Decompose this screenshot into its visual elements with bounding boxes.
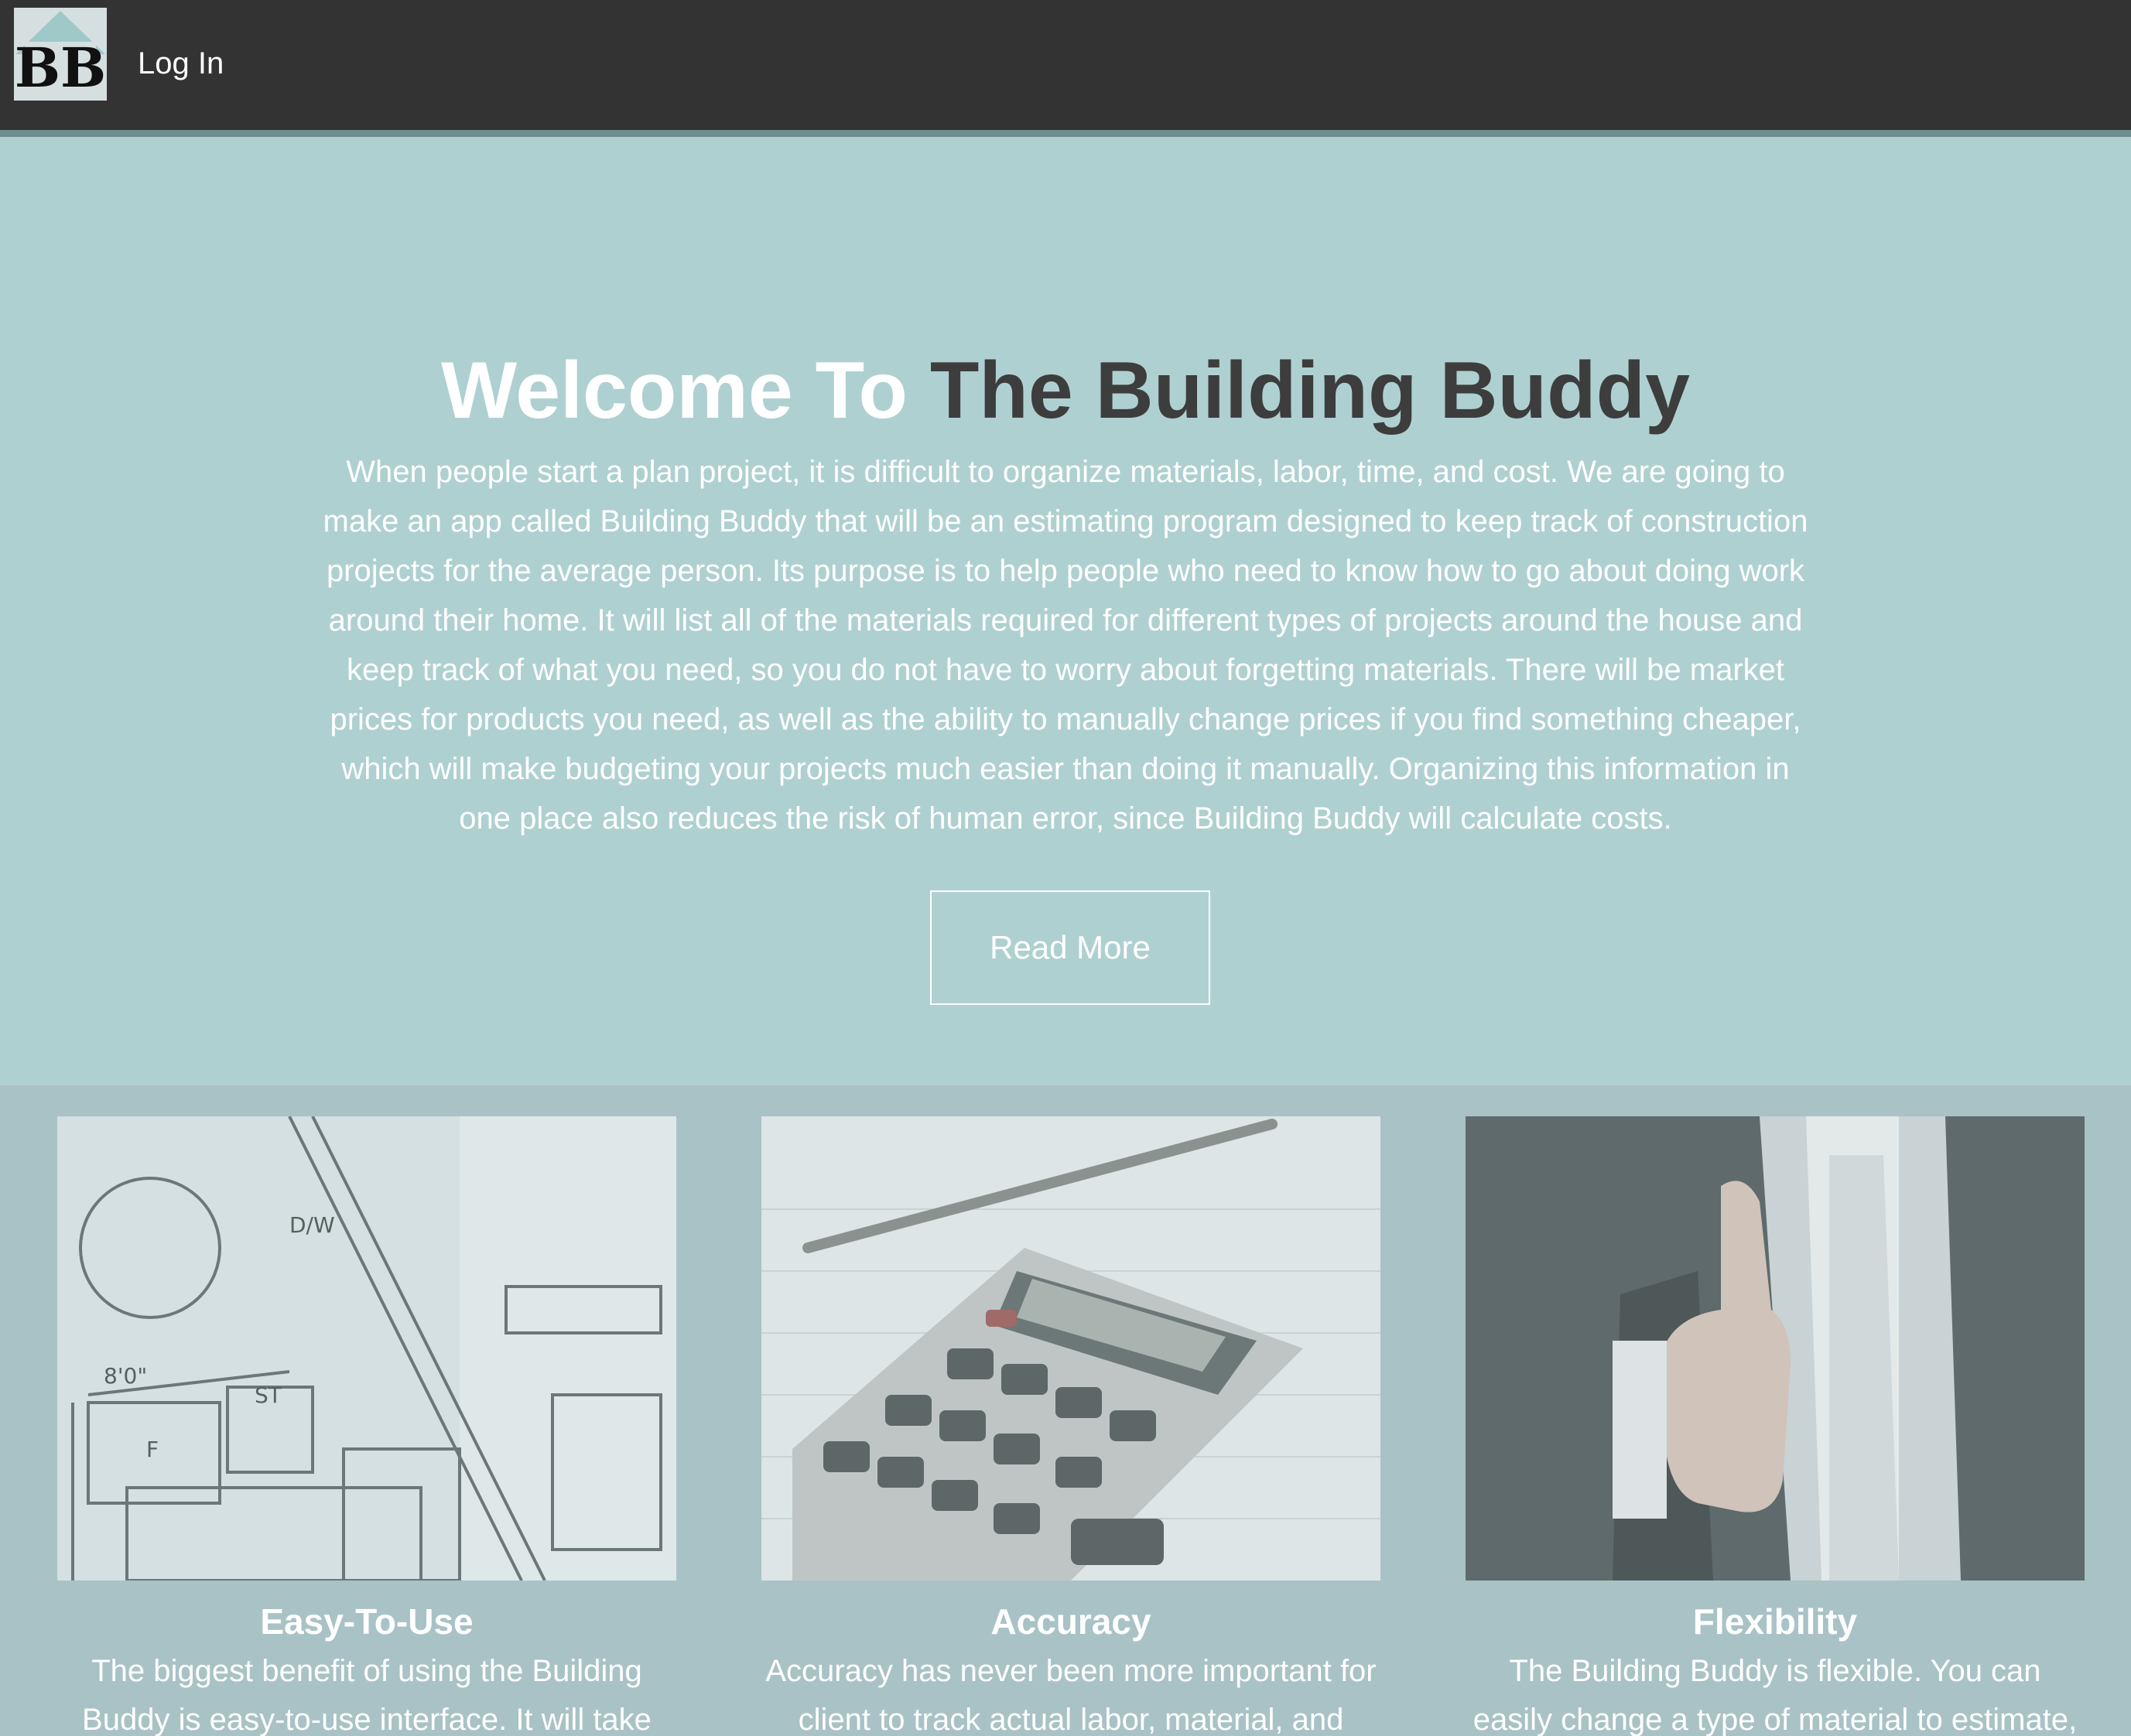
feature-title: Accuracy <box>990 1601 1151 1642</box>
feature-text: The biggest benefit of using the Buildin… <box>82 1654 652 1736</box>
building-buddy-logo[interactable]: BB <box>14 8 107 101</box>
login-link[interactable]: Log In <box>138 43 224 84</box>
svg-text:ST: ST <box>255 1382 282 1408</box>
hero-title-welcome: Welcome To <box>441 346 908 436</box>
calculator-image <box>761 1116 1380 1581</box>
top-navbar: BB Log In <box>0 0 2131 130</box>
svg-text:BB: BB <box>15 36 106 100</box>
svg-text:8'0": 8'0" <box>104 1363 147 1389</box>
svg-text:D/W: D/W <box>289 1212 335 1238</box>
feature-title: Easy-To-Use <box>260 1601 474 1642</box>
read-more-button[interactable]: Read More <box>930 890 1210 1005</box>
hero-description: When people start a plan project, it is … <box>323 455 1808 836</box>
hero-title: Welcome To The Building Buddy <box>0 344 2131 437</box>
feature-title: Flexibility <box>1692 1601 1858 1642</box>
feature-text: The Building Buddy is flexible. You can … <box>1473 1654 2078 1736</box>
thumbs-up-image <box>1466 1116 2085 1581</box>
navbar-divider <box>0 130 2131 137</box>
logo-icon: BB <box>14 8 107 101</box>
feature-card-accuracy: Accuracy Accuracy has never been more im… <box>761 1116 1380 1736</box>
feature-card-flexibility: Flexibility The Building Buddy is flexib… <box>1466 1116 2085 1736</box>
svg-text:F: F <box>146 1437 159 1462</box>
feature-text: Accuracy has never been more important f… <box>765 1654 1377 1736</box>
hero-title-brand: The Building Buddy <box>929 346 1690 436</box>
features-section: 8'0" F ST D/W Easy-To-Use The biggest be… <box>0 1085 2131 1736</box>
feature-card-easy-to-use: 8'0" F ST D/W Easy-To-Use The biggest be… <box>57 1116 676 1736</box>
hero-section: Welcome To The Building Buddy When peopl… <box>0 137 2131 1085</box>
blueprint-image: 8'0" F ST D/W <box>57 1116 676 1581</box>
